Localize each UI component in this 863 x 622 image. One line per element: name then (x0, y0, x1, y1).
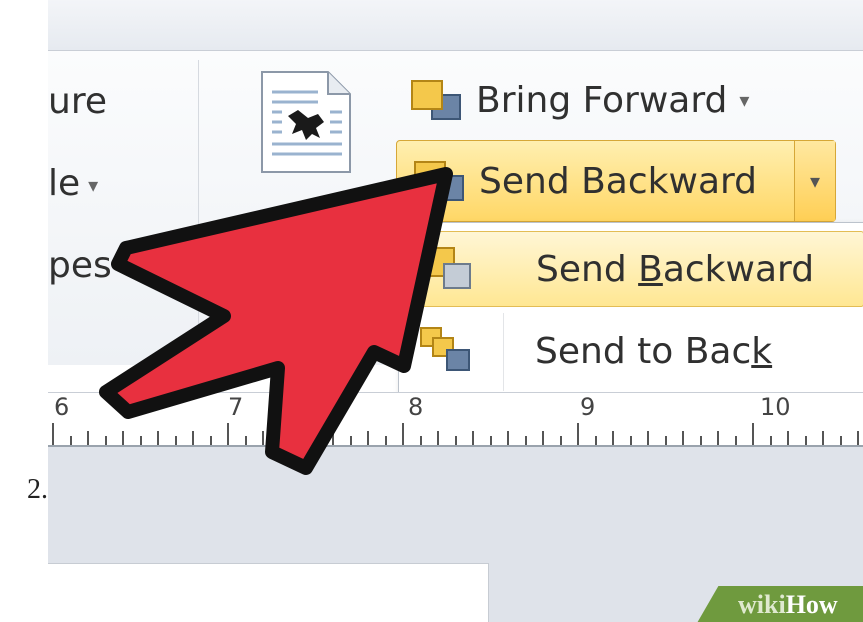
red-pointer-arrow (99, 167, 453, 475)
step-number: 2. (27, 474, 48, 505)
